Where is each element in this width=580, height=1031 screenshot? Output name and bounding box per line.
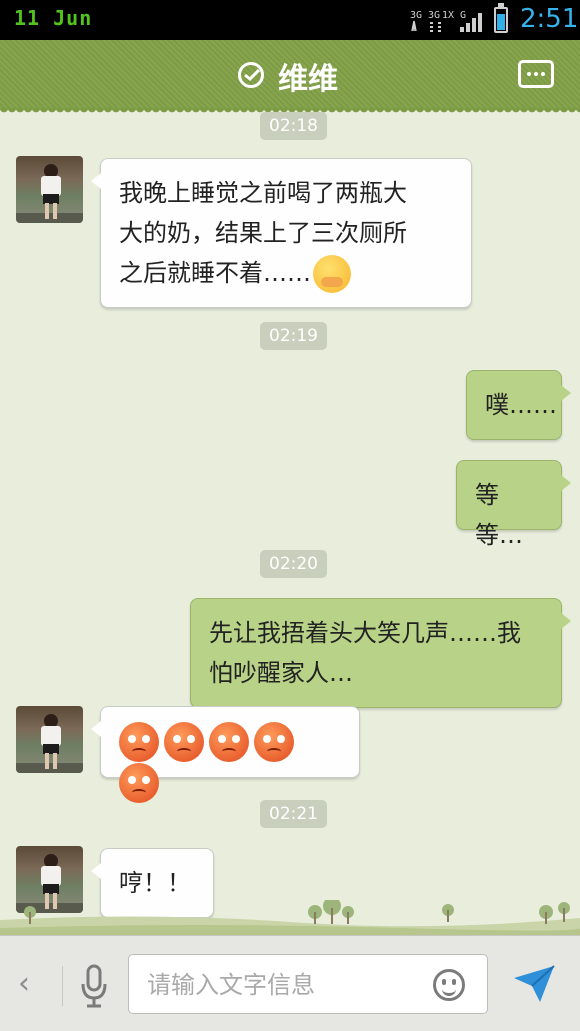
status-date: 11 Jun	[14, 6, 93, 30]
network-3g-b: 3G	[428, 10, 440, 21]
more-dot	[534, 72, 538, 76]
message-bubble[interactable]: 等等…	[456, 460, 571, 549]
message-bubble[interactable]: 先让我捂着头大笑几声……我 怕吵醒家人…	[190, 598, 571, 708]
more-dot	[541, 72, 545, 76]
check-circle-icon	[238, 62, 264, 88]
avatar[interactable]	[16, 156, 83, 223]
chevron-left-icon[interactable]: ‹	[18, 966, 30, 1001]
message-text: 先让我捂着头大笑几声……我	[209, 619, 521, 647]
network-1x: 1X	[442, 10, 454, 21]
avatar[interactable]	[16, 706, 83, 773]
send-icon[interactable]	[512, 964, 556, 1004]
angry-emoji-icon	[119, 722, 159, 762]
chat-header: 维维	[0, 40, 580, 114]
more-dots-icon	[527, 72, 531, 76]
chat-title: 维维	[278, 62, 338, 97]
message-text: 之后就睡不着……	[119, 259, 311, 287]
status-bar: 11 Jun 3G 3G 1X G 2:51	[0, 0, 580, 40]
message-bubble[interactable]: 噗……	[466, 370, 571, 440]
angry-emoji-icon	[254, 722, 294, 762]
angry-emoji-icon	[209, 722, 249, 762]
angry-emoji-icon	[164, 722, 204, 762]
message-bubble[interactable]: 我晚上睡觉之前喝了两瓶大 大的奶，结果上了三次厕所 之后就睡不着……	[91, 158, 472, 308]
angry-emoji-icon	[119, 763, 159, 803]
timestamp: 02:21	[260, 800, 327, 828]
message-text: 我晚上睡觉之前喝了两瓶大	[119, 179, 407, 207]
message-text: 怕吵醒家人…	[209, 659, 353, 687]
message-text-line: 之后就睡不着……	[119, 253, 453, 293]
message-bubble[interactable]	[91, 706, 360, 803]
message-text: 噗……	[485, 391, 557, 419]
timestamp: 02:20	[260, 550, 327, 578]
timestamp: 02:18	[260, 112, 327, 140]
timestamp: 02:19	[260, 322, 327, 350]
status-time: 2:51	[520, 4, 579, 34]
network-g: G	[460, 10, 466, 21]
more-button[interactable]	[518, 60, 554, 88]
landscape-decoration	[0, 900, 580, 935]
message-text: 等等…	[475, 481, 523, 549]
battery-icon	[494, 3, 508, 33]
shy-emoji-icon	[313, 255, 351, 293]
network-3g-a: 3G	[410, 10, 422, 21]
microphone-icon[interactable]	[80, 964, 108, 1008]
divider	[62, 966, 63, 1006]
message-text: 大的奶，结果上了三次厕所	[119, 219, 407, 247]
message-list[interactable]: 02:18 我晚上睡觉之前喝了两瓶大 大的奶，结果上了三次厕所 之后就睡不着………	[0, 108, 580, 935]
message-input[interactable]	[147, 969, 417, 1001]
smiley-icon[interactable]	[433, 969, 465, 1001]
input-bar: ‹	[0, 935, 580, 1031]
message-text: 哼！！	[119, 869, 191, 897]
message-input-box[interactable]	[128, 954, 488, 1014]
signal-icon: 3G 3G 1X G	[410, 10, 482, 32]
